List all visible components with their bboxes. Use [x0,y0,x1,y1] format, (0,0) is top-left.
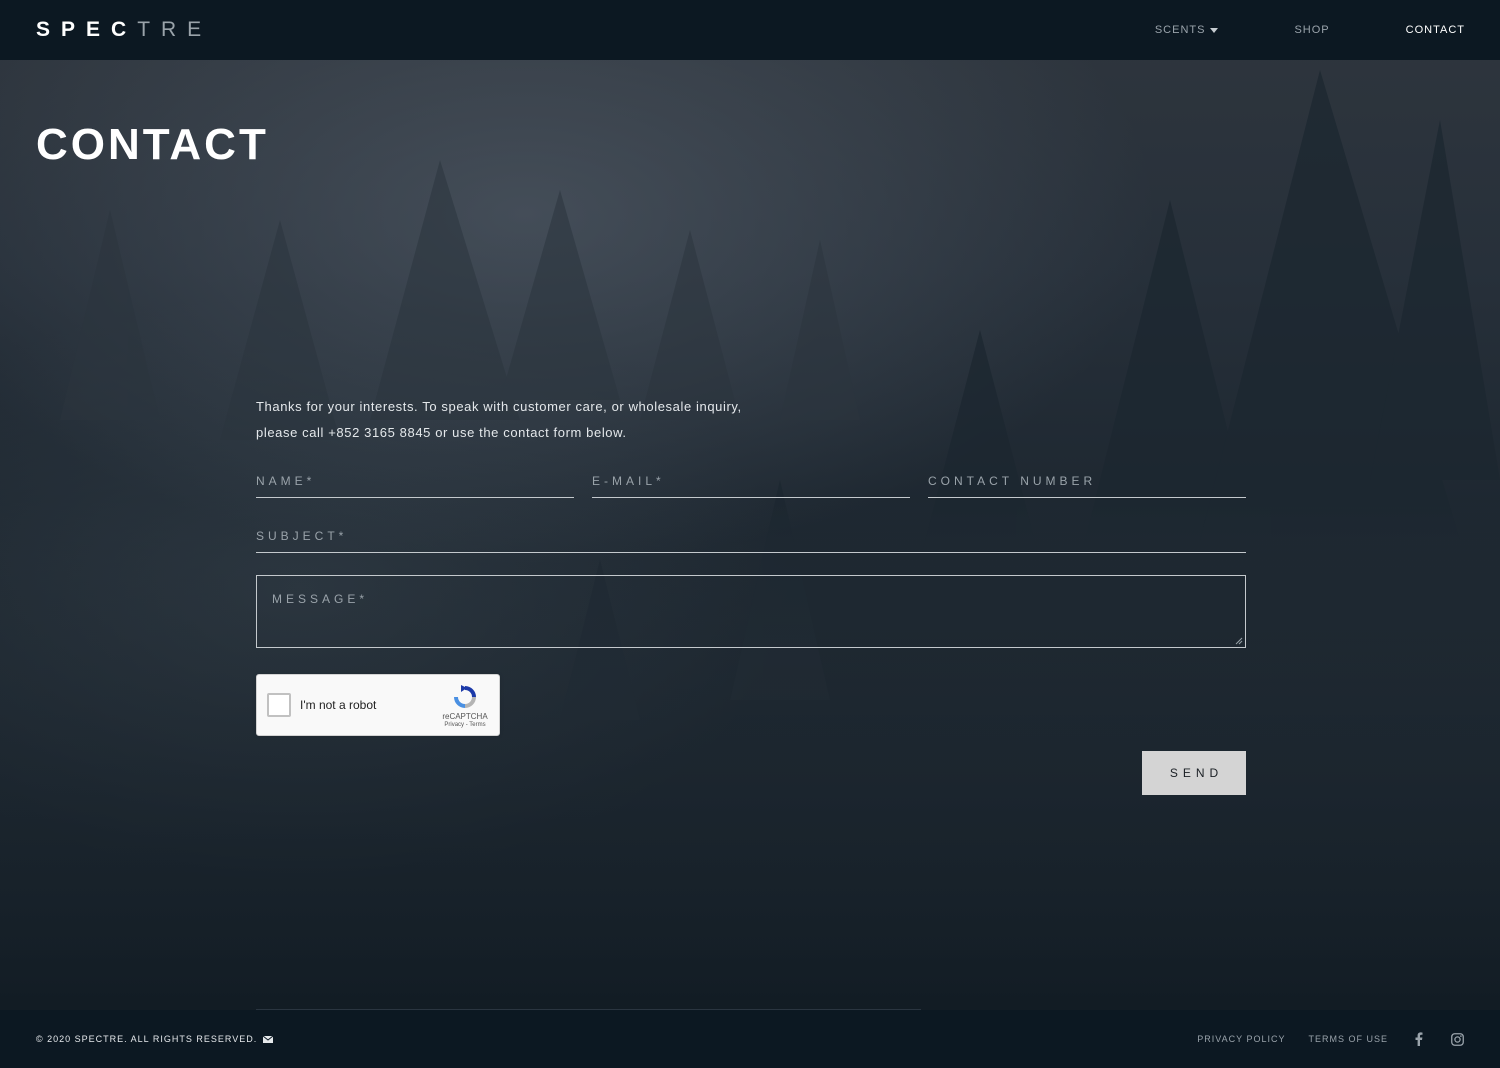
recaptcha-links[interactable]: Privacy - Terms [441,722,489,728]
main-nav: SCENTS SHOP CONTACT [1155,24,1465,36]
message-textarea[interactable]: MESSAGE* [256,575,1246,648]
nav-item-label: SHOP [1294,24,1330,36]
facebook-icon[interactable] [1415,1032,1423,1046]
message-placeholder: MESSAGE* [272,592,369,606]
nav-item-shop[interactable]: SHOP [1294,24,1329,36]
contact-number-input[interactable]: CONTACT NUMBER [928,468,1246,498]
intro-line-2: please call +852 3165 8845 or use the co… [256,425,627,440]
logo-bold: SPEC [36,18,138,41]
resize-grip-icon[interactable] [1235,637,1243,645]
copyright-text: © 2020 SPECTRE. ALL RIGHTS RESERVED. [36,1034,258,1044]
caret-down-icon [1210,27,1219,33]
instagram-icon[interactable] [1451,1032,1464,1046]
intro-line-1: Thanks for your interests. To speak with… [256,399,742,414]
privacy-policy-link[interactable]: PRIVACY POLICY [1197,1034,1285,1044]
email-placeholder: E-MAIL* [592,474,665,488]
nav-item-contact[interactable]: CONTACT [1406,24,1465,36]
footer-links: PRIVACY POLICY TERMS OF USE [1197,1032,1464,1046]
recaptcha-brand: reCAPTCHA Privacy - Terms [441,683,489,728]
email-input[interactable]: E-MAIL* [592,468,910,498]
recaptcha-checkbox[interactable] [267,693,291,717]
nav-item-label: CONTACT [1405,24,1465,36]
site-header: SPECTRE SCENTS SHOP CONTACT [0,0,1500,60]
intro-text: Thanks for your interests. To speak with… [256,394,816,446]
recaptcha-icon [454,685,476,708]
name-input[interactable]: NAME* [256,468,574,498]
site-footer: © 2020 SPECTRE. ALL RIGHTS RESERVED. PRI… [0,1010,1500,1068]
subject-placeholder: SUBJECT* [256,529,348,543]
copyright: © 2020 SPECTRE. ALL RIGHTS RESERVED. [36,1034,274,1044]
recaptcha-label: I'm not a robot [300,698,377,712]
recaptcha-name: reCAPTCHA [442,712,488,721]
contact-number-placeholder: CONTACT NUMBER [928,474,1097,488]
nav-item-scents[interactable]: SCENTS [1155,24,1219,36]
logo-light: TRE [137,18,213,41]
send-button[interactable]: SEND [1142,751,1246,795]
terms-of-use-link[interactable]: TERMS OF USE [1308,1034,1388,1044]
nav-item-label: SCENTS [1154,24,1206,36]
name-placeholder: NAME* [256,474,316,488]
site-logo[interactable]: SPECTRE [36,18,212,42]
subject-input[interactable]: SUBJECT* [256,523,1246,553]
recaptcha-widget: I'm not a robot reCAPTCHA Privacy - Term… [256,674,500,736]
page-title: CONTACT [36,120,269,169]
mail-icon[interactable] [263,1035,274,1043]
